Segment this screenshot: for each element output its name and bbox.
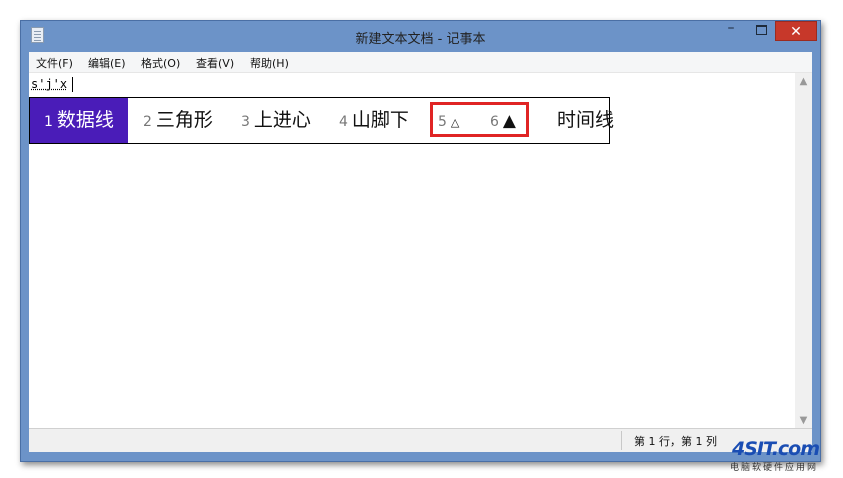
status-bar: 第 1 行，第 1 列 — [29, 428, 812, 452]
menu-help[interactable]: 帮助(H) — [250, 55, 289, 71]
ime-candidate-2[interactable]: 2 三角形 — [143, 98, 213, 143]
watermark-logo: 4SIT.com — [732, 438, 820, 460]
minimize-button[interactable]: – — [717, 21, 745, 41]
maximize-icon — [756, 25, 767, 35]
typed-text: s'j'x — [31, 77, 68, 91]
ime-candidate-bar: 1 数据线 2 三角形 3 上进心 4 山脚下 5 △ 6 ▲ 时间线 — [29, 97, 614, 144]
watermark-subtitle: 电脑软硬件应用网 — [730, 463, 819, 473]
menu-view[interactable]: 查看(V) — [196, 55, 234, 71]
red-highlight-box — [430, 102, 529, 137]
text-caret — [72, 77, 73, 92]
vertical-scrollbar[interactable]: ▲ ▼ — [795, 73, 812, 429]
menu-edit[interactable]: 编辑(E) — [88, 55, 126, 71]
maximize-button[interactable] — [747, 21, 775, 41]
site-watermark: 4SIT.com 电脑软硬件应用网 — [726, 438, 838, 474]
ime-candidate-1[interactable]: 1 数据线 — [30, 98, 128, 143]
scroll-up-icon[interactable]: ▲ — [795, 73, 812, 90]
scroll-down-icon[interactable]: ▼ — [795, 412, 812, 429]
ime-candidate-3[interactable]: 3 上进心 — [241, 98, 311, 143]
notepad-window: 新建文本文档 - 记事本 – ✕ 文件(F) 编辑(E) 格式(O) 查看(V)… — [20, 20, 821, 462]
ime-candidate-4[interactable]: 4 山脚下 — [339, 98, 409, 143]
ime-candidate-7[interactable]: 时间线 — [557, 98, 614, 143]
menu-bar: 文件(F) 编辑(E) 格式(O) 查看(V) 帮助(H) — [29, 52, 812, 72]
close-button[interactable]: ✕ — [775, 21, 817, 41]
menu-format[interactable]: 格式(O) — [141, 55, 180, 71]
menu-file[interactable]: 文件(F) — [36, 55, 73, 71]
window-title: 新建文本文档 - 记事本 — [355, 32, 486, 47]
status-divider — [621, 431, 622, 450]
cursor-position: 第 1 行，第 1 列 — [634, 435, 717, 448]
title-bar[interactable]: 新建文本文档 - 记事本 – ✕ — [21, 21, 820, 52]
